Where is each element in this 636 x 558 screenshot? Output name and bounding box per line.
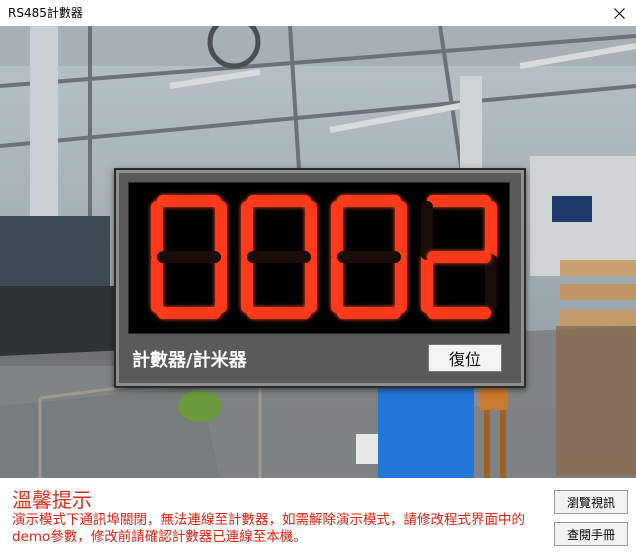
close-button[interactable] <box>602 0 636 26</box>
counter-digit <box>241 195 317 319</box>
counter-display <box>128 182 510 334</box>
window-title: RS485計數器 <box>8 6 83 20</box>
browse-video-button[interactable]: 瀏覽視訊 <box>554 490 628 514</box>
notice-title: 溫馨提示 <box>12 488 92 512</box>
title-bar: RS485計數器 <box>0 0 636 26</box>
view-manual-button[interactable]: 查閱手冊 <box>554 522 628 546</box>
counter-panel: 計數器/計米器 復位 <box>114 168 526 388</box>
counter-digit <box>151 195 227 319</box>
notice-body: 演示模式下通訊埠關閉，無法連線至計數器，如需解除演示模式，請修改程式界面中的de… <box>12 512 525 545</box>
counter-digit <box>421 195 497 319</box>
counter-label: 計數器/計米器 <box>132 350 247 371</box>
counter-digit <box>331 195 407 319</box>
factory-background-photo: 計數器/計米器 復位 <box>0 26 636 478</box>
close-icon <box>613 7 625 19</box>
notice-area: 溫馨提示 演示模式下通訊埠關閉，無法連線至計數器，如需解除演示模式，請修改程式界… <box>0 478 636 558</box>
reset-button[interactable]: 復位 <box>428 344 502 372</box>
counter-digits <box>129 183 509 323</box>
